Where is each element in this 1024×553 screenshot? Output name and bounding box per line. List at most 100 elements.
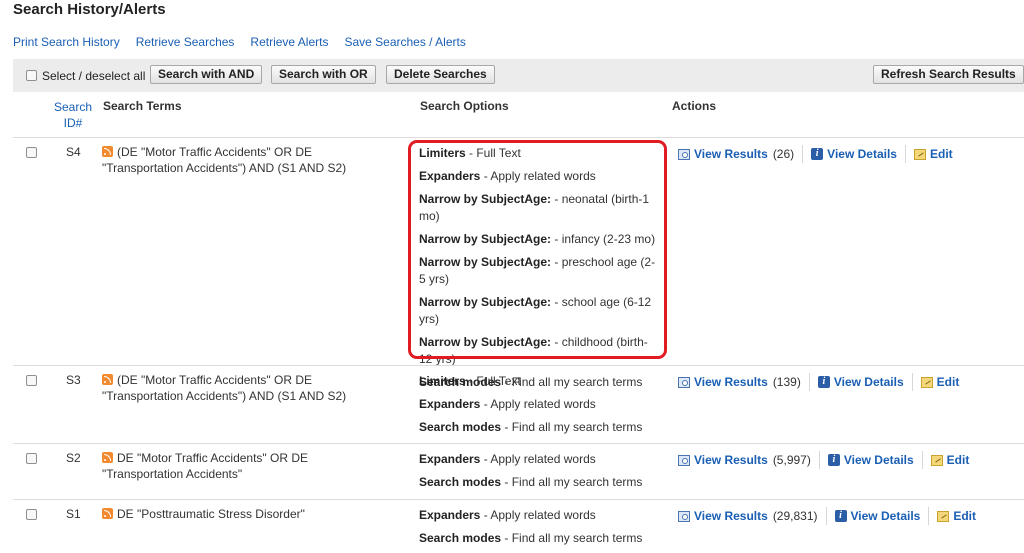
view-details-link[interactable]: View Details [827,147,897,161]
option-label: Limiters [419,374,466,388]
edit-link[interactable]: Edit [947,453,970,467]
view-details-link[interactable]: View Details [851,509,921,523]
rss-feed-icon[interactable] [102,452,113,463]
view-results-icon [678,510,690,522]
search-terms: DE "Posttraumatic Stress Disorder" [102,506,392,522]
search-id: S4 [66,145,81,159]
row-checkbox[interactable] [26,147,37,158]
view-details-action[interactable]: i View Details [817,375,904,389]
search-terms-text: (DE "Motor Traffic Accidents" OR DE "Tra… [102,373,347,403]
view-results-action[interactable]: View Results (139) [678,375,801,389]
actions-header: Actions [672,99,717,113]
search-options: Expanders - Apply related words Search m… [419,507,664,553]
view-details-action[interactable]: i View Details [834,509,921,523]
search-id: S1 [66,507,81,521]
row-checkbox[interactable] [26,375,37,386]
result-count: (5,997) [772,453,811,467]
history-links: Print Search History Retrieve Searches R… [13,35,466,49]
view-results-link[interactable]: View Results [694,375,768,389]
action-divider [911,373,913,391]
edit-link[interactable]: Edit [930,147,953,161]
search-id: S2 [66,451,81,465]
option-value: - Full Text [465,374,521,388]
history-toolbar: Select / deselect all Search with AND Se… [13,59,1024,92]
view-details-action[interactable]: i View Details [811,147,897,161]
edit-action[interactable]: Edit [937,509,976,523]
view-results-action[interactable]: View Results (26) [678,147,794,161]
option-expanders: Expanders - Apply related words [419,451,664,468]
row-checkbox[interactable] [26,509,37,520]
view-details-action[interactable]: i View Details [827,453,914,467]
search-terms-header: Search Terms [103,99,182,113]
search-terms: (DE "Motor Traffic Accidents" OR DE "Tra… [102,372,392,404]
action-divider [808,373,810,391]
page-title: Search History/Alerts [13,1,166,18]
edit-link[interactable]: Edit [953,509,976,523]
search-id-header[interactable]: Search ID# [50,99,96,131]
refresh-search-results-button[interactable]: Refresh Search Results [873,65,1024,84]
option-value: - Find all my search terms [501,531,643,545]
rss-feed-icon[interactable] [102,508,113,519]
view-results-link[interactable]: View Results [694,147,768,161]
action-divider [921,451,923,469]
option-limiters: Limiters - Full Text [419,373,664,390]
edit-link[interactable]: Edit [937,375,960,389]
action-divider [928,507,930,525]
result-count: (139) [772,375,801,389]
row-actions: View Results (139) i View Details Edit [678,373,959,391]
search-terms-text: DE "Posttraumatic Stress Disorder" [117,507,305,521]
search-row-s2: S2 DE "Motor Traffic Accidents" OR DE "T… [13,443,1024,500]
option-expanders: Expanders - Apply related words [419,507,664,524]
view-results-link[interactable]: View Results [694,453,768,467]
option-value: - Find all my search terms [501,475,643,489]
edit-action[interactable]: Edit [930,453,970,467]
view-results-icon [678,454,690,466]
option-value: - Find all my search terms [501,420,643,434]
option-value: - Apply related words [480,452,596,466]
save-searches-alerts-link[interactable]: Save Searches / Alerts [344,35,465,49]
action-divider [818,451,820,469]
option-expanders: Expanders - Apply related words [419,396,664,413]
view-details-link[interactable]: View Details [834,375,904,389]
option-label: Expanders [419,452,481,466]
option-search-modes: Search modes - Find all my search terms [419,474,664,491]
option-label: Expanders [419,397,481,411]
view-results-link[interactable]: View Results [694,509,768,523]
edit-action[interactable]: Edit [920,375,960,389]
search-row-s3: S3 (DE "Motor Traffic Accidents" OR DE "… [13,365,1024,444]
rss-feed-icon[interactable] [102,146,113,157]
option-search-modes: Search modes - Find all my search terms [419,419,664,436]
view-details-link[interactable]: View Details [844,453,914,467]
option-label: Search modes [419,475,502,489]
search-terms: (DE "Motor Traffic Accidents" OR DE "Tra… [102,144,392,176]
info-icon: i [811,148,824,160]
search-row-s1: S1 DE "Posttraumatic Stress Disorder" Ex… [13,499,1024,551]
view-results-icon [678,148,690,160]
view-results-action[interactable]: View Results (5,997) [678,453,811,467]
option-label: Search modes [419,531,502,545]
search-options: Expanders - Apply related words Search m… [419,451,664,497]
option-value: - Apply related words [480,508,596,522]
search-terms-text: (DE "Motor Traffic Accidents" OR DE "Tra… [102,145,347,175]
info-icon: i [817,376,830,388]
result-count: (26) [772,147,795,161]
rss-feed-icon[interactable] [102,374,113,385]
search-with-and-button[interactable]: Search with AND [150,65,263,84]
retrieve-searches-link[interactable]: Retrieve Searches [136,35,235,49]
edit-icon [920,376,933,388]
info-icon: i [827,454,840,466]
delete-searches-button[interactable]: Delete Searches [386,65,495,84]
print-search-history-link[interactable]: Print Search History [13,35,120,49]
edit-action[interactable]: Edit [913,147,953,161]
action-divider [825,507,827,525]
retrieve-alerts-link[interactable]: Retrieve Alerts [250,35,328,49]
select-all-checkbox[interactable] [26,70,37,81]
action-divider [802,145,804,163]
search-history-page: Search History/Alerts Print Search Histo… [0,0,1024,550]
search-with-or-button[interactable]: Search with OR [271,65,376,84]
option-value: - Apply related words [480,397,596,411]
row-checkbox[interactable] [26,453,37,464]
view-results-action[interactable]: View Results (29,831) [678,509,818,523]
action-divider [904,145,906,163]
search-options-header: Search Options [420,99,509,113]
